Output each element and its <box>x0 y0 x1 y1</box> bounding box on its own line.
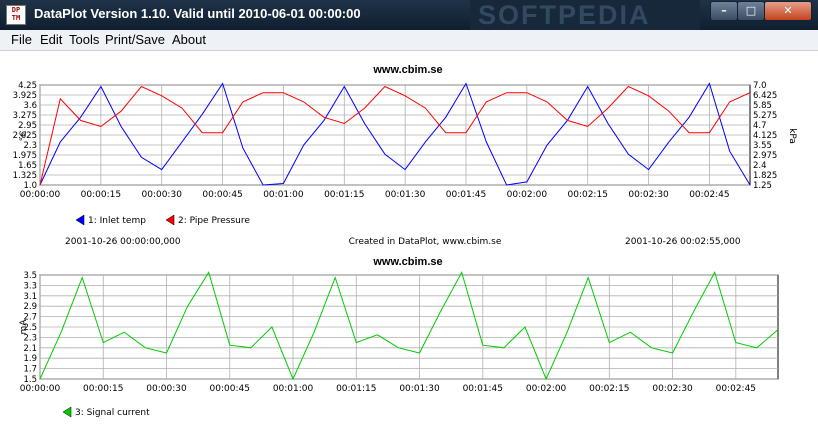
plot2-ytick-left: 2.7 <box>23 313 37 323</box>
plot1-xtick: 00:00:00 <box>20 190 61 200</box>
green-arrow-icon <box>62 406 72 418</box>
menu-about[interactable]: About <box>172 32 206 47</box>
plot2-xtick: 00:02:30 <box>652 384 693 394</box>
plot1-legend: 1: Inlet temp 2: Pipe Pressure <box>75 214 250 226</box>
legend-item-signal-current[interactable]: 3: Signal current <box>62 406 150 418</box>
plot-area: www.cbim.se °C kPa 1.0 1.325 1.65 1.975 2.3 2… <box>0 50 818 441</box>
minimize-button[interactable]: – <box>710 1 738 21</box>
menu-tools[interactable]: Tools <box>69 32 99 47</box>
plot2-xtick: 00:02:00 <box>526 384 567 394</box>
plot2-ytick-left: 1.7 <box>23 365 37 375</box>
plot1-ytick-right: 2.4 <box>753 161 767 171</box>
plot1-ytick-right: 5.275 <box>753 111 777 121</box>
plot1-ytick-right: 6.425 <box>753 91 777 101</box>
plot1-start-time: 2001-10-26 00:00:00,000 <box>65 237 181 247</box>
plot2-ytick-left: 2.9 <box>23 302 37 312</box>
plot1-xtick: 00:02:00 <box>507 190 548 200</box>
plot2-title: www.cbim.se <box>372 256 442 268</box>
plots-canvas: www.cbim.se °C kPa 1.01.3251.651.9752.32… <box>13 64 797 418</box>
plot1-xtick: 00:00:45 <box>202 190 242 200</box>
window-title: DataPlot Version 1.10. Valid until 2010-… <box>34 6 361 21</box>
plot1-right-unit: kPa <box>787 128 797 144</box>
menu-print-save[interactable]: Print/Save <box>105 32 165 47</box>
plot1-xtick: 00:01:45 <box>446 190 486 200</box>
plot1-ytick-left: 3.925 <box>13 91 37 101</box>
plot2-xtick: 00:00:45 <box>210 384 250 394</box>
plot1-end-time: 2001-10-26 00:02:55,000 <box>625 237 741 247</box>
legend-label-inlet-temp: 1: Inlet temp <box>88 216 146 226</box>
plot1-xtick: 00:01:15 <box>324 190 364 200</box>
plot2-legend: 3: Signal current <box>62 406 150 418</box>
plot2-xtick: 00:00:15 <box>83 384 123 394</box>
plot1-xtick: 00:00:15 <box>81 190 121 200</box>
plot1-ytick-left: 1.975 <box>13 151 37 161</box>
menu-bar: File Edit Tools Print/Save About <box>0 30 818 50</box>
plot1-xtick: 00:02:15 <box>568 190 608 200</box>
menu-edit[interactable]: Edit <box>40 32 62 47</box>
plot2-ytick-left: 1.9 <box>23 354 37 364</box>
plot1-ytick-right: 5.85 <box>753 101 772 111</box>
plot1-title: www.cbim.se <box>372 64 442 76</box>
blue-arrow-icon <box>75 214 85 226</box>
plot1-xtick: 00:00:30 <box>142 190 183 200</box>
plot1-credit: Created in DataPlot, www.cbim.se <box>349 237 502 247</box>
plot1-ytick-right: 1.825 <box>753 171 777 181</box>
softpedia-watermark: SOFTPEDIA <box>478 0 651 30</box>
plot2-xtick: 00:02:45 <box>716 384 756 394</box>
plot1-ytick-left: 2.625 <box>13 131 37 141</box>
plot2-xtick: 00:00:00 <box>20 384 61 394</box>
plot1-ytick-left: 2.95 <box>18 121 37 131</box>
plot1-xtick: 00:02:45 <box>689 190 729 200</box>
plot2-ytick-left: 2.3 <box>23 333 37 343</box>
plot1-ytick-left: 2.3 <box>23 141 37 151</box>
legend-item-pipe-pressure[interactable]: 2: Pipe Pressure <box>165 214 250 226</box>
legend-label-signal-current: 3: Signal current <box>75 408 150 418</box>
plot1-ytick-right: 3.55 <box>753 141 772 151</box>
plot2-xtick: 00:01:15 <box>336 384 376 394</box>
plot2-ytick-left: 2.5 <box>23 323 37 333</box>
legend-label-pipe-pressure: 2: Pipe Pressure <box>178 216 250 226</box>
plot2-ytick-left: 3.5 <box>23 271 37 281</box>
plot1-ytick-right: 2.975 <box>753 151 777 161</box>
menu-file[interactable]: File <box>11 32 32 47</box>
plot1-xtick: 00:01:30 <box>385 190 426 200</box>
plot2-xtick: 00:02:15 <box>589 384 629 394</box>
plot1-xtick: 00:01:00 <box>263 190 304 200</box>
plot2-xtick: 00:01:00 <box>273 384 314 394</box>
plot1-ytick-left: 3.6 <box>23 101 37 111</box>
plot1-ytick-left: 1.325 <box>13 171 37 181</box>
plot1-ytick-left: 3.275 <box>13 111 37 121</box>
plot2-xtick: 00:00:30 <box>146 384 187 394</box>
plot1-xtick: 00:02:30 <box>628 190 669 200</box>
plot-2: www.cbim.se mA 1.51.71.92.12.32.52.72.93… <box>19 256 779 418</box>
plot1-ytick-right: 4.125 <box>753 131 777 141</box>
title-bar: DP TM DataPlot Version 1.10. Valid until… <box>0 0 818 31</box>
maximize-button[interactable]: □ <box>737 1 765 21</box>
plot2-ytick-left: 3.3 <box>23 281 37 291</box>
plot2-xtick: 00:01:30 <box>399 384 440 394</box>
plot1-ytick-left: 1.65 <box>18 161 37 171</box>
close-button[interactable]: ✕ <box>764 1 812 21</box>
plot2-ytick-left: 2.1 <box>23 344 37 354</box>
plot1-ytick-right: 7.0 <box>753 81 767 91</box>
plot1-ytick-left: 4.25 <box>18 81 37 91</box>
plot2-xtick: 00:01:45 <box>463 384 503 394</box>
plot2-ytick-left: 3.1 <box>23 292 37 302</box>
red-arrow-icon <box>165 214 175 226</box>
plot-1: www.cbim.se °C kPa 1.01.3251.651.9752.32… <box>13 64 797 247</box>
app-icon: DP TM <box>6 5 26 25</box>
legend-item-inlet-temp[interactable]: 1: Inlet temp <box>75 214 146 226</box>
plot1-ytick-right: 4.7 <box>753 121 767 131</box>
plot1-ytick-right: 1.25 <box>753 181 772 191</box>
